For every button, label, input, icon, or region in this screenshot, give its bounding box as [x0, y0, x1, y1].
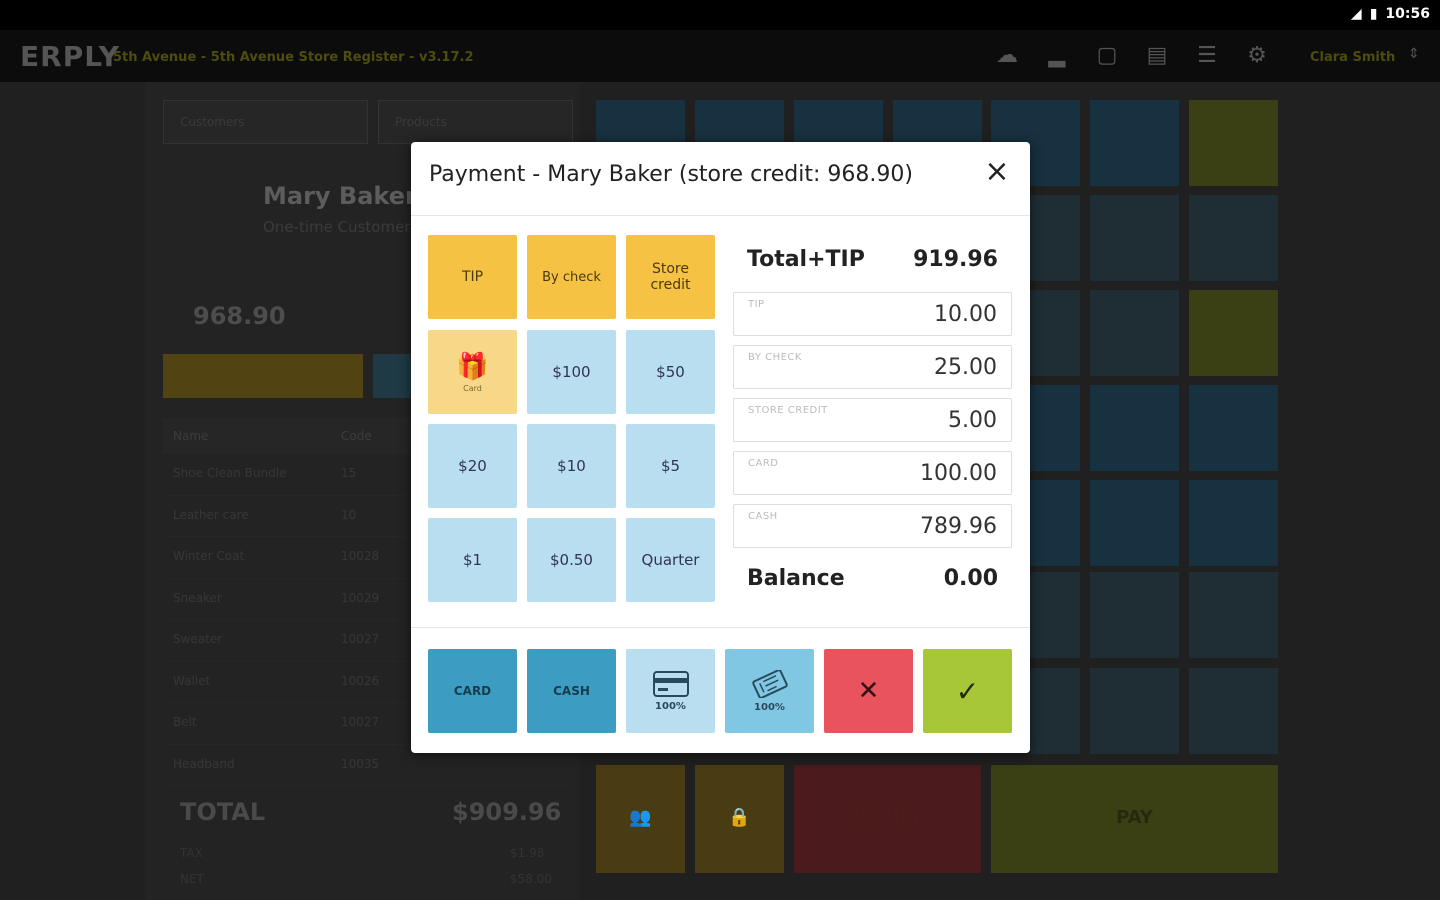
lock-button[interactable]: 🔒: [695, 765, 784, 873]
confirm-button[interactable]: ✓: [923, 649, 1012, 733]
card-button[interactable]: CARD: [428, 649, 517, 733]
product-tile[interactable]: [1090, 668, 1179, 754]
quarter-button[interactable]: Quarter: [626, 518, 715, 602]
cash-20-button[interactable]: $20: [428, 424, 517, 508]
divider: [411, 627, 1030, 628]
cash-field[interactable]: CASH 789.96: [733, 504, 1012, 548]
product-tile[interactable]: [1090, 290, 1179, 376]
tip-field[interactable]: TIP 10.00: [733, 292, 1012, 336]
menu-icon[interactable]: ☰: [1193, 42, 1221, 70]
app-header: ERPLY 5th Avenue - 5th Avenue Store Regi…: [0, 30, 1440, 82]
product-tile[interactable]: [1189, 385, 1278, 471]
store-title: 5th Avenue - 5th Avenue Store Register -…: [113, 50, 474, 65]
product-tile[interactable]: [1189, 480, 1278, 566]
customer-card-button[interactable]: [163, 354, 363, 398]
customer-type: One-time Customer: [263, 218, 411, 236]
cash-drawer-icon[interactable]: ▢: [1093, 42, 1121, 70]
check-icon: ✓: [955, 674, 980, 708]
tax-net-labels: TAX NET: [180, 846, 204, 886]
lock-icon: 🔒: [728, 807, 751, 828]
product-tile[interactable]: [1030, 195, 1080, 281]
clock: 10:56: [1385, 6, 1430, 22]
card-field[interactable]: CARD 100.00: [733, 451, 1012, 495]
cash-100-button[interactable]: $100: [527, 330, 616, 414]
close-icon[interactable]: ×: [982, 157, 1012, 188]
cash-1-button[interactable]: $1: [428, 518, 517, 602]
product-tile[interactable]: [1189, 668, 1278, 754]
product-tile[interactable]: [1090, 100, 1179, 186]
archive-icon[interactable]: ▤: [1143, 42, 1171, 70]
store-credit-button[interactable]: Store credit: [626, 235, 715, 319]
customer-name: Mary Baker: [263, 182, 417, 210]
product-tile[interactable]: [1090, 480, 1179, 566]
user-name[interactable]: Clara Smith: [1310, 50, 1395, 65]
total-value: $909.96: [452, 798, 562, 826]
balance-value: 0.00: [943, 566, 998, 591]
cancel-button[interactable]: ✕: [824, 649, 913, 733]
store-credit-value: 968.90: [193, 302, 286, 330]
system-status-bar: ◢ ▮ 10:56: [0, 0, 1440, 30]
store-credit-field[interactable]: STORE CREDIT 5.00: [733, 398, 1012, 442]
chevron-updown-icon[interactable]: ⇕: [1408, 46, 1420, 62]
header-icons: ☁ ▂ ▢ ▤ ☰ ⚙: [993, 42, 1271, 70]
gear-icon[interactable]: ⚙: [1243, 42, 1271, 70]
cash-5-button[interactable]: $5: [626, 424, 715, 508]
by-check-field[interactable]: BY CHECK 25.00: [733, 345, 1012, 389]
product-tile[interactable]: [1030, 385, 1080, 471]
gift-card-button[interactable]: 🎁 Card: [428, 330, 517, 414]
users-icon: 👥: [629, 807, 652, 828]
credit-card-icon: [652, 670, 689, 697]
signal-icon: ◢: [1350, 6, 1362, 22]
divider: [411, 215, 1030, 216]
product-tile[interactable]: [1030, 668, 1080, 754]
product-tile[interactable]: [1090, 385, 1179, 471]
card-full-amount-button[interactable]: 100%: [626, 649, 715, 733]
product-tile[interactable]: [1090, 572, 1179, 658]
product-tile[interactable]: [1189, 195, 1278, 281]
product-tile[interactable]: [1030, 572, 1080, 658]
cloud-icon[interactable]: ☁: [993, 42, 1021, 70]
product-tile[interactable]: [1189, 572, 1278, 658]
status-icons: ◢ ▮ 10:56: [1351, 6, 1430, 22]
product-tile[interactable]: [1189, 290, 1278, 376]
total-label: TOTAL: [180, 798, 266, 826]
cash-50-button[interactable]: $50: [626, 330, 715, 414]
customers-button[interactable]: 👥: [596, 765, 685, 873]
gift-icon: 🎁: [456, 351, 489, 382]
total-tip-label: Total+TIP: [747, 247, 865, 272]
product-search-input[interactable]: Products: [378, 100, 573, 144]
close-icon: ✕: [857, 676, 880, 706]
customer-edit-button[interactable]: [373, 354, 413, 398]
product-tile[interactable]: [1189, 100, 1278, 186]
cash-10-button[interactable]: $10: [527, 424, 616, 508]
coupon-full-amount-button[interactable]: 100%: [725, 649, 814, 733]
total-tip-value: 919.96: [913, 247, 998, 272]
return-button[interactable]: RETURN: [794, 765, 981, 873]
dialog-title: Payment - Mary Baker (store credit: 968.…: [429, 162, 913, 187]
coupon-icon: [751, 669, 788, 698]
pay-button[interactable]: PAY: [991, 765, 1278, 873]
product-tile[interactable]: [1030, 290, 1080, 376]
customer-search-input[interactable]: Customers: [163, 100, 368, 144]
tip-button[interactable]: TIP: [428, 235, 517, 319]
payment-dialog: Payment - Mary Baker (store credit: 968.…: [411, 142, 1030, 753]
cash-050-button[interactable]: $0.50: [527, 518, 616, 602]
cash-button[interactable]: CASH: [527, 649, 616, 733]
by-check-button[interactable]: By check: [527, 235, 616, 319]
product-tile[interactable]: [1090, 195, 1179, 281]
signal-strength-icon[interactable]: ▂: [1043, 42, 1071, 70]
battery-icon: ▮: [1369, 6, 1378, 22]
tax-net-values: $1.98 $58.00: [510, 846, 552, 886]
app-logo: ERPLY: [20, 40, 120, 73]
product-tile[interactable]: [1030, 480, 1080, 566]
balance-label: Balance: [747, 566, 845, 591]
